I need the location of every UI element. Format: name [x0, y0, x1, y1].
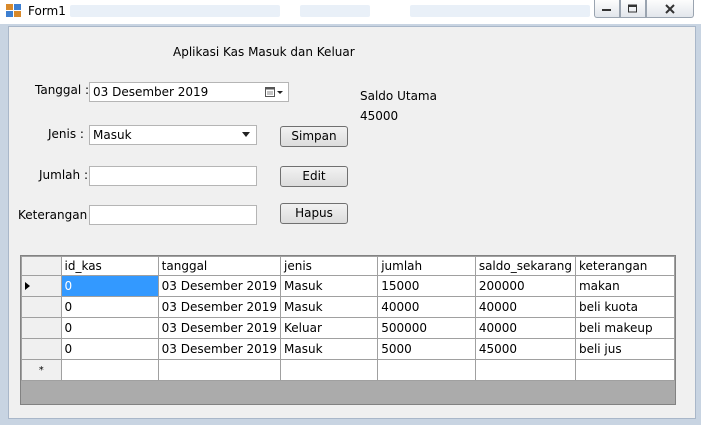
- column-header-saldo-sekarang[interactable]: saldo_sekarang: [474, 256, 576, 276]
- calendar-dropdown-icon[interactable]: [265, 86, 285, 98]
- new-row-marker: *: [21, 359, 62, 381]
- new-row-cell[interactable]: [474, 359, 576, 381]
- table-cell[interactable]: Keluar: [279, 317, 379, 339]
- maximize-button[interactable]: [620, 0, 646, 18]
- new-row-cell[interactable]: [157, 359, 282, 381]
- row-header[interactable]: [21, 275, 62, 297]
- jenis-label: Jenis :: [48, 127, 84, 141]
- minimize-icon: [602, 8, 611, 11]
- new-row-cell[interactable]: [60, 359, 159, 381]
- row-header[interactable]: [21, 338, 62, 360]
- current-row-arrow-icon: [25, 282, 30, 290]
- new-row-cell[interactable]: [574, 359, 676, 381]
- table-cell[interactable]: 40000: [474, 317, 576, 339]
- minimize-button[interactable]: [594, 0, 620, 18]
- column-header-id-kas[interactable]: id_kas: [60, 256, 159, 276]
- new-row-cell[interactable]: [377, 359, 476, 381]
- table-cell[interactable]: 03 Desember 2019: [157, 338, 282, 360]
- column-header-jenis[interactable]: jenis: [279, 256, 379, 276]
- tanggal-label: Tanggal :: [35, 83, 90, 97]
- table-cell[interactable]: 500000: [377, 317, 476, 339]
- restore-icon: [628, 4, 637, 12]
- kas-table: id_kas tanggal jenis jumlah saldo_sekara…: [21, 256, 676, 381]
- new-row[interactable]: *: [21, 359, 676, 381]
- table-row[interactable]: 0 03 Desember 2019 Masuk 40000 40000 bel…: [21, 296, 676, 318]
- hapus-button[interactable]: Hapus: [280, 203, 348, 224]
- table-cell[interactable]: 0: [60, 275, 159, 297]
- tanggal-datepicker[interactable]: 03 Desember 2019: [89, 82, 289, 102]
- page-title: Aplikasi Kas Masuk dan Keluar: [173, 45, 355, 59]
- table-row[interactable]: 0 03 Desember 2019 Masuk 5000 45000 beli…: [21, 338, 676, 360]
- table-cell[interactable]: Masuk: [279, 296, 379, 318]
- table-cell[interactable]: beli kuota: [574, 296, 676, 318]
- table-cell[interactable]: 0: [60, 296, 159, 318]
- title-bar: Form1: [0, 0, 701, 24]
- chevron-down-icon: [242, 132, 250, 137]
- new-row-cell[interactable]: [279, 359, 379, 381]
- row-header-corner: [21, 256, 62, 276]
- table-row[interactable]: 0 03 Desember 2019 Keluar 500000 40000 b…: [21, 317, 676, 339]
- window-title: Form1: [28, 4, 66, 18]
- header-row: id_kas tanggal jenis jumlah saldo_sekara…: [21, 256, 676, 276]
- column-header-tanggal[interactable]: tanggal: [157, 256, 282, 276]
- tanggal-value: 03 Desember 2019: [93, 85, 209, 99]
- table-cell[interactable]: 40000: [474, 296, 576, 318]
- close-button[interactable]: [646, 0, 694, 18]
- jumlah-label: Jumlah :: [39, 168, 88, 182]
- table-row[interactable]: 0 03 Desember 2019 Masuk 15000 200000 ma…: [21, 275, 676, 297]
- data-grid[interactable]: id_kas tanggal jenis jumlah saldo_sekara…: [20, 255, 676, 405]
- background-toolbar-ghost-2: [300, 5, 370, 17]
- close-icon: [665, 3, 675, 14]
- table-cell[interactable]: Masuk: [279, 275, 379, 297]
- saldo-value: 45000: [360, 109, 399, 123]
- jenis-value: Masuk: [93, 128, 132, 142]
- form-icon: [6, 4, 22, 18]
- table-cell[interactable]: 03 Desember 2019: [157, 296, 282, 318]
- jumlah-input[interactable]: [89, 166, 257, 186]
- table-cell[interactable]: 03 Desember 2019: [157, 275, 282, 297]
- background-toolbar-ghost: [70, 5, 280, 17]
- edit-button[interactable]: Edit: [280, 166, 348, 187]
- table-cell[interactable]: 0: [60, 317, 159, 339]
- jenis-select[interactable]: Masuk: [89, 125, 257, 145]
- table-cell[interactable]: Masuk: [279, 338, 379, 360]
- row-header[interactable]: [21, 296, 62, 318]
- row-header[interactable]: [21, 317, 62, 339]
- table-cell[interactable]: 45000: [474, 338, 576, 360]
- table-cell[interactable]: 5000: [377, 338, 476, 360]
- table-cell[interactable]: makan: [574, 275, 676, 297]
- table-cell[interactable]: 40000: [377, 296, 476, 318]
- column-header-keterangan[interactable]: keterangan: [574, 256, 676, 276]
- table-cell[interactable]: beli jus: [574, 338, 676, 360]
- simpan-button[interactable]: Simpan: [280, 126, 348, 147]
- column-header-jumlah[interactable]: jumlah: [377, 256, 476, 276]
- table-cell[interactable]: 0: [60, 338, 159, 360]
- table-cell[interactable]: 15000: [377, 275, 476, 297]
- keterangan-input[interactable]: [89, 205, 257, 225]
- background-toolbar-ghost-3: [410, 5, 590, 17]
- table-cell[interactable]: 03 Desember 2019: [157, 317, 282, 339]
- form-client-area: Aplikasi Kas Masuk dan Keluar Tanggal : …: [8, 26, 696, 419]
- saldo-label: Saldo Utama: [360, 89, 437, 103]
- keterangan-label: Keterangan :: [18, 208, 96, 222]
- table-cell[interactable]: beli makeup: [574, 317, 676, 339]
- table-cell[interactable]: 200000: [474, 275, 576, 297]
